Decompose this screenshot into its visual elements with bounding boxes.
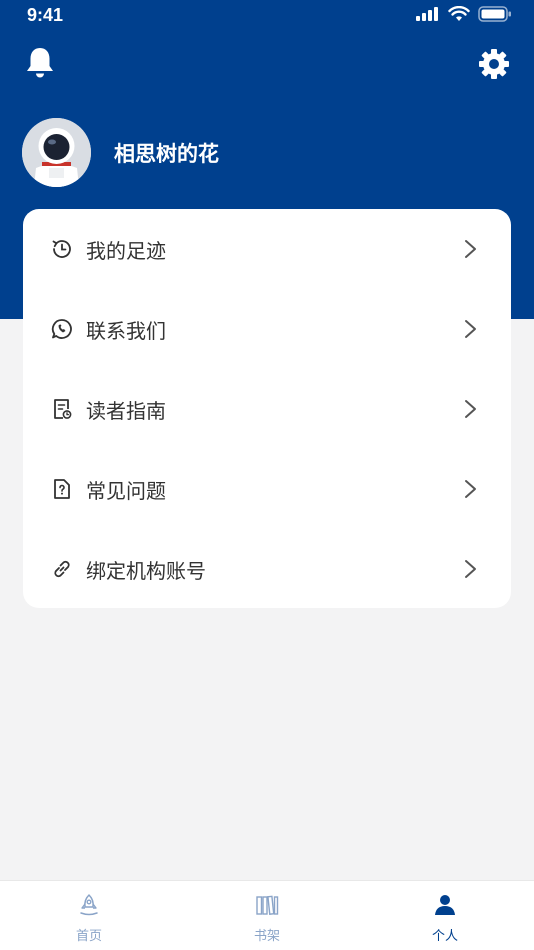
tab-personal[interactable]: 个人	[356, 881, 534, 950]
menu-item-label: 绑定机构账号	[86, 558, 206, 583]
tab-label: 个人	[431, 929, 458, 944]
chevron-right-icon	[465, 240, 476, 258]
avatar[interactable]	[22, 118, 91, 187]
tab-label: 书架	[253, 929, 280, 944]
menu-item-footprint[interactable]: 我的足迹	[23, 209, 511, 289]
tab-bookshelf[interactable]: 书架	[178, 881, 356, 950]
menu-item-label: 读者指南	[86, 398, 166, 423]
menu-item-label: 联系我们	[86, 318, 166, 343]
whatsapp-phone-icon	[51, 319, 72, 339]
rocket-icon	[80, 894, 98, 916]
tab-bar: 首页 书架 个人	[0, 880, 534, 950]
menu-item-faq[interactable]: 常见问题	[23, 449, 511, 529]
astronaut-avatar-icon	[22, 118, 91, 187]
chevron-right-icon	[465, 400, 476, 418]
menu-item-bind-institution[interactable]: 绑定机构账号	[23, 529, 511, 609]
person-icon	[435, 895, 455, 915]
status-bar: 9:41	[0, 0, 534, 34]
menu-item-label: 常见问题	[86, 478, 166, 503]
menu-item-contact-us[interactable]: 联系我们	[23, 289, 511, 369]
link-icon	[54, 560, 70, 578]
bell-icon[interactable]	[25, 46, 55, 80]
menu-item-reader-guide[interactable]: 读者指南	[23, 369, 511, 449]
profile-name: 相思树的花	[114, 142, 219, 166]
battery-icon	[478, 6, 511, 22]
menu-card: 我的足迹 联系我们 读者指南 常见问题 绑定机构账号	[23, 209, 511, 608]
tab-home[interactable]: 首页	[0, 881, 178, 950]
gear-icon[interactable]	[478, 48, 510, 80]
history-clock-icon	[52, 240, 71, 258]
signal-icon	[416, 7, 438, 21]
chevron-right-icon	[465, 560, 476, 578]
wifi-icon	[448, 6, 470, 21]
chevron-right-icon	[465, 480, 476, 498]
chevron-right-icon	[465, 320, 476, 338]
status-icons	[416, 6, 512, 22]
question-document-icon	[54, 479, 70, 499]
document-guide-icon	[54, 399, 72, 419]
tab-label: 首页	[75, 929, 102, 944]
bookshelf-icon	[256, 895, 279, 915]
status-time: 9:41	[27, 5, 64, 25]
menu-item-label: 我的足迹	[86, 238, 166, 263]
